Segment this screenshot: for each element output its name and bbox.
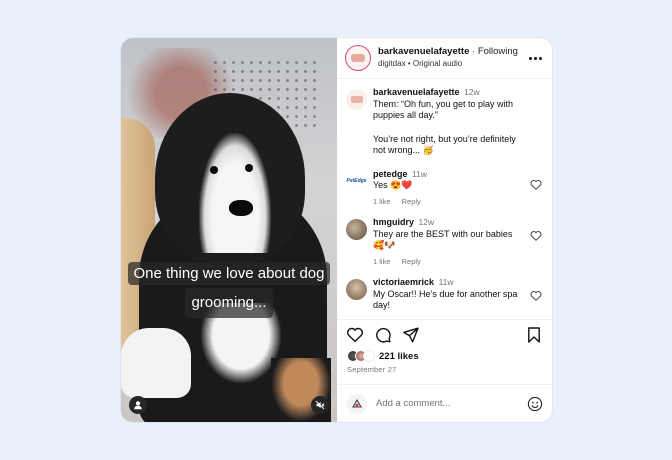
user-icon [134, 401, 142, 410]
header-separator: · [472, 46, 476, 57]
comment-time[interactable]: 11w [439, 277, 454, 287]
tagged-users-button[interactable] [129, 396, 147, 414]
liker-avatar [363, 350, 375, 362]
dog-face [199, 133, 271, 253]
bookmark-icon[interactable] [525, 326, 543, 344]
likes-summary[interactable]: 221 likes [337, 349, 552, 363]
post-date[interactable]: September 27 [337, 363, 552, 374]
comment-likes[interactable]: 1 like [373, 197, 391, 206]
dog-nose [229, 200, 253, 216]
comment-avatar[interactable] [346, 89, 367, 110]
heart-icon[interactable] [530, 230, 542, 242]
post-card: One thing we love about dog grooming... … [121, 38, 552, 422]
more-horizontal-icon [528, 56, 542, 60]
dog-eye-right [245, 164, 253, 172]
caption-comment: barkavenuelafayette 12w Them: “Oh fun, y… [346, 87, 542, 157]
comment-item: hmguidry 12w They are the BEST with our … [346, 217, 542, 267]
more-options-button[interactable] [527, 56, 543, 60]
heart-icon[interactable] [346, 326, 364, 344]
comment-likes[interactable]: 1 like [373, 257, 391, 266]
comment-text: Them: “Oh fun, you get to play with pupp… [373, 98, 514, 121]
comment-username[interactable]: hmguidry [373, 217, 414, 227]
comment-time[interactable]: 11w [412, 169, 427, 179]
speaker-muted-icon [315, 400, 325, 410]
audio-link[interactable]: Original audio [413, 59, 462, 68]
author-avatar[interactable] [345, 45, 371, 71]
dog-eye-left [210, 166, 218, 174]
dog-paw-left [121, 328, 191, 398]
mute-button[interactable] [311, 396, 329, 414]
comment-composer [337, 384, 552, 422]
audio-separator: • [407, 59, 411, 68]
following-button[interactable]: Following [478, 46, 518, 57]
comment-text: They are the BEST with our babies 🥰🐶 [373, 228, 513, 251]
author-info: barkavenuelafayette · Following digitdax… [378, 46, 527, 70]
comment-avatar[interactable] [346, 219, 367, 240]
audio-user-link[interactable]: digitdax [378, 59, 406, 68]
reply-button[interactable]: Reply [402, 257, 421, 266]
comment-time[interactable]: 12w [464, 87, 480, 97]
comment-item: victoriaemrick 11w My Oscar!! He’s due f… [346, 277, 542, 312]
comments-list[interactable]: barkavenuelafayette 12w Them: “Oh fun, y… [337, 79, 552, 319]
comment-item: PetEdge petedge 11w Yes 😍❤️ 1 like Reply [346, 169, 542, 208]
caption-line-1: One thing we love about dog [127, 262, 331, 285]
heart-icon[interactable] [530, 290, 542, 302]
action-bar [337, 319, 552, 349]
heart-icon[interactable] [530, 179, 542, 191]
add-comment-input[interactable] [376, 398, 527, 409]
comment-username[interactable]: victoriaemrick [373, 277, 434, 287]
paper-plane-icon[interactable] [402, 326, 420, 344]
comment-text: My Oscar!! He’s due for another spa day! [373, 288, 518, 311]
comment-username[interactable]: barkavenuelafayette [373, 87, 460, 97]
comment-avatar[interactable]: PetEdge [346, 170, 367, 192]
comment-icon[interactable] [374, 326, 392, 344]
petedge-logo: PetEdge [346, 178, 367, 184]
video-caption: One thing we love about dog grooming... [121, 262, 337, 318]
comment-avatar[interactable] [346, 279, 367, 300]
reply-button[interactable]: Reply [402, 197, 421, 206]
reel-video[interactable]: One thing we love about dog grooming... [121, 38, 337, 422]
current-user-avatar [347, 393, 367, 414]
comment-time[interactable]: 12w [419, 217, 435, 227]
caption-line-2: grooming... [185, 288, 273, 318]
author-username[interactable]: barkavenuelafayette [378, 46, 469, 57]
comment-text: Yes 😍❤️ [373, 180, 413, 190]
comment-text-2: You’re not right, but you’re definitely … [373, 133, 516, 156]
likes-count[interactable]: 221 likes [379, 351, 419, 362]
comment-username[interactable]: petedge [373, 169, 408, 179]
smiley-icon[interactable] [527, 396, 543, 412]
post-header: barkavenuelafayette · Following digitdax… [337, 38, 552, 79]
post-details: barkavenuelafayette · Following digitdax… [337, 38, 552, 422]
